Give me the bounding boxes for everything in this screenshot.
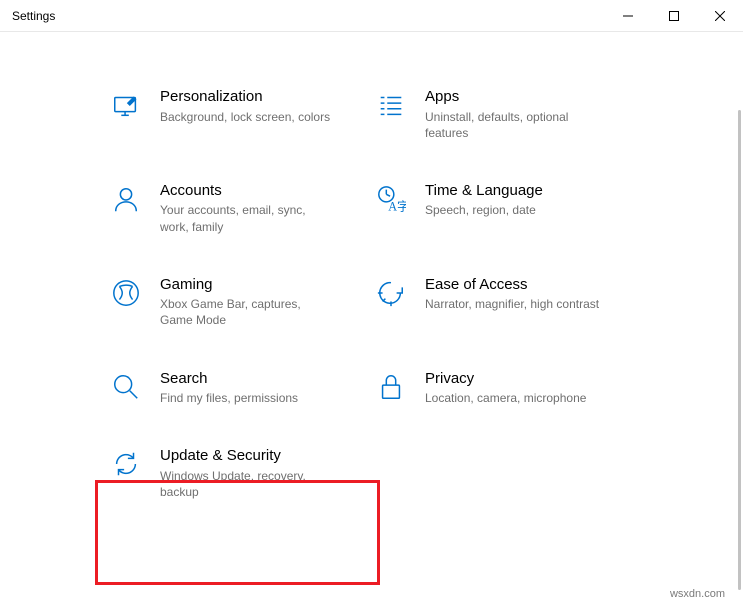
category-apps[interactable]: Apps Uninstall, defaults, optional featu… xyxy=(375,87,640,141)
category-title: Apps xyxy=(425,87,600,107)
category-text: Privacy Location, camera, microphone xyxy=(425,369,586,407)
category-search[interactable]: Search Find my files, permissions xyxy=(110,369,375,407)
update-security-icon xyxy=(110,448,142,480)
category-desc: Background, lock screen, colors xyxy=(160,109,330,125)
category-desc: Uninstall, defaults, optional features xyxy=(425,109,600,141)
scrollbar-thumb[interactable] xyxy=(738,110,741,590)
category-update-security[interactable]: Update & Security Windows Update, recove… xyxy=(110,446,375,500)
window-controls xyxy=(605,0,743,31)
category-text: Gaming Xbox Game Bar, captures, Game Mod… xyxy=(160,275,335,329)
accounts-icon xyxy=(110,183,142,215)
category-text: Personalization Background, lock screen,… xyxy=(160,87,330,125)
category-title: Gaming xyxy=(160,275,335,295)
category-title: Time & Language xyxy=(425,181,543,201)
category-desc: Speech, region, date xyxy=(425,202,543,218)
category-accounts[interactable]: Accounts Your accounts, email, sync, wor… xyxy=(110,181,375,235)
scrollbar[interactable] xyxy=(737,40,742,595)
settings-categories-grid: Personalization Background, lock screen,… xyxy=(0,32,743,520)
window-title: Settings xyxy=(12,9,605,23)
category-title: Update & Security xyxy=(160,446,335,466)
category-time-language[interactable]: A字 Time & Language Speech, region, date xyxy=(375,181,640,235)
category-title: Search xyxy=(160,369,298,389)
category-desc: Your accounts, email, sync, work, family xyxy=(160,202,335,234)
category-text: Update & Security Windows Update, recove… xyxy=(160,446,335,500)
category-title: Personalization xyxy=(160,87,330,107)
svg-text:A字: A字 xyxy=(388,198,406,213)
category-text: Ease of Access Narrator, magnifier, high… xyxy=(425,275,599,313)
category-text: Search Find my files, permissions xyxy=(160,369,298,407)
minimize-button[interactable] xyxy=(605,0,651,32)
personalization-icon xyxy=(110,89,142,121)
titlebar: Settings xyxy=(0,0,743,32)
category-title: Privacy xyxy=(425,369,586,389)
category-desc: Xbox Game Bar, captures, Game Mode xyxy=(160,296,335,328)
time-language-icon: A字 xyxy=(375,183,407,215)
category-text: Time & Language Speech, region, date xyxy=(425,181,543,219)
category-text: Accounts Your accounts, email, sync, wor… xyxy=(160,181,335,235)
privacy-icon xyxy=(375,371,407,403)
watermark: wsxdn.com xyxy=(670,588,725,600)
close-button[interactable] xyxy=(697,0,743,32)
category-desc: Narrator, magnifier, high contrast xyxy=(425,296,599,312)
search-icon xyxy=(110,371,142,403)
category-personalization[interactable]: Personalization Background, lock screen,… xyxy=(110,87,375,141)
category-ease-of-access[interactable]: Ease of Access Narrator, magnifier, high… xyxy=(375,275,640,329)
category-title: Ease of Access xyxy=(425,275,599,295)
category-privacy[interactable]: Privacy Location, camera, microphone xyxy=(375,369,640,407)
category-title: Accounts xyxy=(160,181,335,201)
category-desc: Location, camera, microphone xyxy=(425,390,586,406)
gaming-icon xyxy=(110,277,142,309)
ease-of-access-icon xyxy=(375,277,407,309)
category-desc: Find my files, permissions xyxy=(160,390,298,406)
category-gaming[interactable]: Gaming Xbox Game Bar, captures, Game Mod… xyxy=(110,275,375,329)
category-desc: Windows Update, recovery, backup xyxy=(160,468,335,500)
category-text: Apps Uninstall, defaults, optional featu… xyxy=(425,87,600,141)
maximize-button[interactable] xyxy=(651,0,697,32)
apps-icon xyxy=(375,89,407,121)
